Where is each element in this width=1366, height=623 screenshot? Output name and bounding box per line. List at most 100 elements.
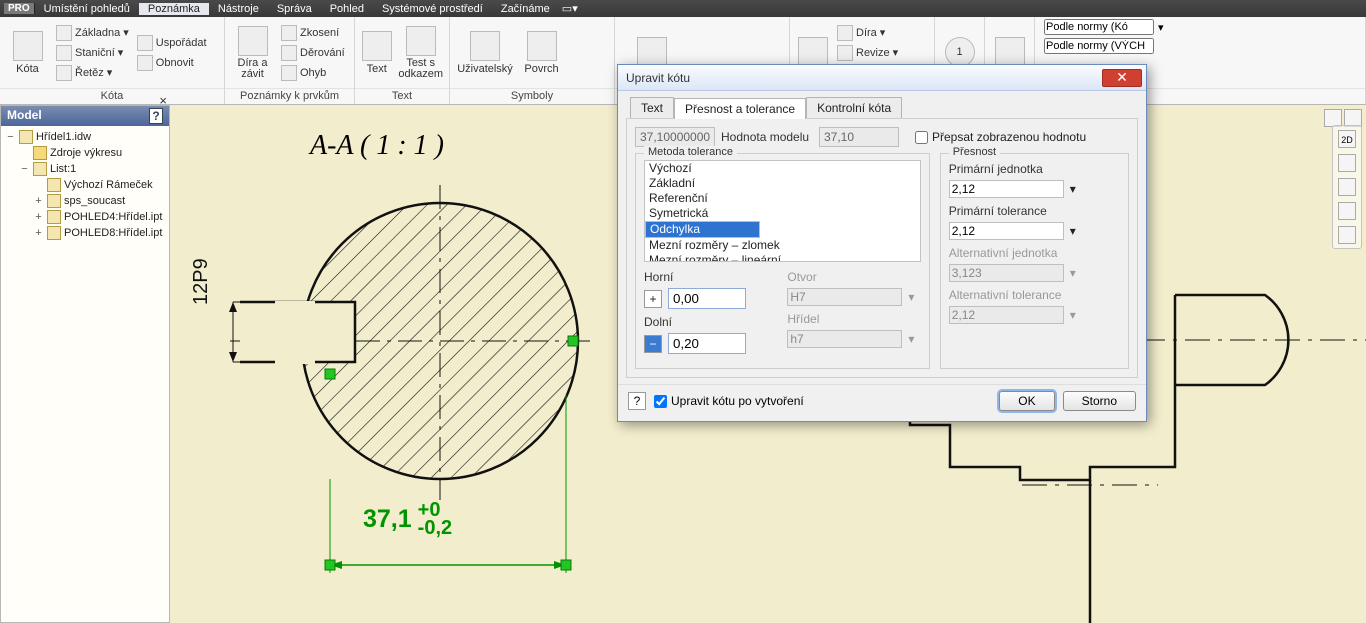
layer-select[interactable]: [1044, 38, 1154, 54]
menu-tab[interactable]: Nástroje: [209, 3, 268, 15]
leader-text-icon: [406, 26, 436, 56]
retrieve-icon: [137, 55, 153, 71]
list-item[interactable]: Referenční: [645, 191, 920, 206]
dialog-titlebar[interactable]: Upravit kótu ✕: [618, 65, 1146, 91]
menu-tab[interactable]: Umístění pohledů: [35, 3, 139, 15]
precision-group: Přesnost Primární jednotka ▾ Primární to…: [940, 153, 1129, 369]
sheet-icon: [33, 162, 47, 176]
tree-expander[interactable]: +: [33, 211, 44, 223]
tree-label[interactable]: sps_soucast: [64, 195, 125, 207]
tolerance-method-listbox[interactable]: Výchozí Základní Referenční Symetrická O…: [644, 160, 921, 262]
retrieve-button[interactable]: Obnovit: [135, 53, 209, 73]
ribbon-panel-feature-notes: Díra a závit Zkosení Děrování Ohyb Pozná…: [225, 17, 355, 104]
edit-after-create-checkbox[interactable]: Upravit kótu po vytvoření: [654, 394, 804, 408]
tree-label[interactable]: Hřídel1.idw: [36, 131, 91, 143]
ok-button[interactable]: OK: [999, 391, 1054, 411]
zoom-window-icon[interactable]: [1338, 178, 1356, 196]
tab-text[interactable]: Text: [630, 97, 674, 118]
text-icon: [362, 31, 392, 61]
dimension-icon: [13, 31, 43, 61]
dimension-button[interactable]: Kóta: [5, 22, 50, 84]
tree-expander[interactable]: +: [33, 195, 44, 207]
dimension-horizontal[interactable]: 37,1 +0 -0,2: [363, 501, 452, 537]
layers-icon: [995, 37, 1025, 67]
menu-tab[interactable]: Poznámka: [139, 3, 209, 15]
browser-help-icon[interactable]: ?: [149, 108, 163, 124]
alt-unit-label: Alternativní jednotka: [949, 246, 1120, 260]
hole-label: Otvor: [787, 270, 920, 284]
bend-button[interactable]: Ohyb: [279, 63, 347, 83]
drawing-icon: [19, 130, 33, 144]
folder-icon: [33, 146, 47, 160]
tree-label[interactable]: Zdroje výkresu: [50, 147, 122, 159]
ribbon-panel-text: Text Test s odkazem Text: [355, 17, 450, 104]
tab-precision-tolerance[interactable]: Přesnost a tolerance: [674, 98, 806, 119]
ordinate-button[interactable]: Staniční▾: [54, 43, 131, 63]
primary-tol-select[interactable]: [949, 222, 1064, 240]
nav-2d-icon[interactable]: 2D: [1338, 130, 1356, 148]
chain-button[interactable]: Řetěz▾: [54, 63, 131, 83]
cancel-button[interactable]: Storno: [1063, 391, 1136, 411]
tab-inspection[interactable]: Kontrolní kóta: [806, 97, 902, 118]
panel-label: Text: [355, 88, 449, 104]
menu-tab[interactable]: Začínáme: [492, 3, 559, 15]
surface-button[interactable]: Povrch: [519, 22, 564, 84]
shaft-select: [787, 330, 902, 348]
baseline-icon: [56, 25, 72, 41]
revision-button[interactable]: Revize▾: [835, 43, 900, 63]
primary-tol-label: Primární tolerance: [949, 204, 1120, 218]
punch-button[interactable]: Děrování: [279, 43, 347, 63]
user-symbol-button[interactable]: Uživatelský: [455, 22, 515, 84]
menu-bar: PRO Umístění pohledů Poznámka Nástroje S…: [0, 0, 1366, 17]
shaft-label: Hřídel: [787, 312, 920, 326]
chamfer-button[interactable]: Zkosení: [279, 23, 347, 43]
model-tree[interactable]: − Hřídel1.idw Zdroje výkresu − List:1 Vých…: [1, 126, 169, 244]
minimize-ribbon-icon[interactable]: ▭▾: [559, 2, 581, 15]
close-icon[interactable]: ✕: [1102, 69, 1142, 87]
model-browser: × Model ? −Hřídel1.idw Zdroje výkresu −L…: [0, 105, 170, 623]
plus-icon[interactable]: +: [644, 290, 662, 308]
model-value-label: Hodnota modelu: [721, 130, 813, 144]
list-item[interactable]: Mezní rozměry – zlomek: [645, 238, 920, 253]
override-value-checkbox[interactable]: Přepsat zobrazenou hodnotu: [915, 130, 1086, 144]
upper-input[interactable]: [668, 288, 746, 309]
menu-tab[interactable]: Pohled: [321, 3, 373, 15]
list-item[interactable]: Mezní rozměry – lineární: [645, 253, 920, 262]
tree-label[interactable]: POHLED8:Hřídel.ipt: [64, 227, 162, 239]
tree-label[interactable]: Výchozí Rámeček: [64, 179, 153, 191]
hole-table-button[interactable]: Díra▾: [835, 23, 900, 43]
primary-unit-select[interactable]: [949, 180, 1064, 198]
text-button[interactable]: Text: [360, 22, 393, 84]
list-item[interactable]: Symetrická: [645, 206, 920, 221]
list-item[interactable]: Odchylka: [645, 221, 760, 238]
baseline-button[interactable]: Základna▾: [54, 23, 131, 43]
lower-input[interactable]: [668, 333, 746, 354]
hole-thread-button[interactable]: Díra a závit: [230, 22, 275, 84]
tree-label[interactable]: List:1: [50, 163, 76, 175]
leader-text-button[interactable]: Test s odkazem: [397, 22, 444, 84]
tree-label[interactable]: POHLED4:Hřídel.ipt: [64, 211, 162, 223]
arrange-button[interactable]: Uspořádat: [135, 33, 209, 53]
help-icon[interactable]: ?: [628, 392, 646, 410]
alt-tol-label: Alternativní tolerance: [949, 288, 1120, 302]
tree-expander[interactable]: −: [19, 163, 30, 175]
dimension-style-select[interactable]: [1044, 19, 1154, 35]
zoom-icon[interactable]: [1338, 202, 1356, 220]
list-item[interactable]: Výchozí: [645, 161, 920, 176]
model-value-raw: 37,10000000: [635, 127, 715, 147]
tree-expander[interactable]: −: [5, 131, 16, 143]
panel-label: Poznámky k prvkům: [225, 88, 354, 104]
menu-tab[interactable]: Správa: [268, 3, 321, 15]
zoom-all-icon[interactable]: [1338, 226, 1356, 244]
chain-icon: [56, 65, 72, 81]
model-value-display: 37,10: [819, 127, 899, 147]
tolerance-method-group: Metoda tolerance Výchozí Základní Refere…: [635, 153, 930, 369]
list-item[interactable]: Základní: [645, 176, 920, 191]
minus-icon[interactable]: −: [644, 335, 662, 353]
menu-tab[interactable]: Systémové prostředí: [373, 3, 492, 15]
browser-close-icon[interactable]: ×: [159, 93, 167, 108]
pan-icon[interactable]: [1338, 154, 1356, 172]
tree-expander[interactable]: +: [33, 227, 44, 239]
hole-table-icon: [837, 25, 853, 41]
panel-label: Symboly: [450, 88, 614, 104]
